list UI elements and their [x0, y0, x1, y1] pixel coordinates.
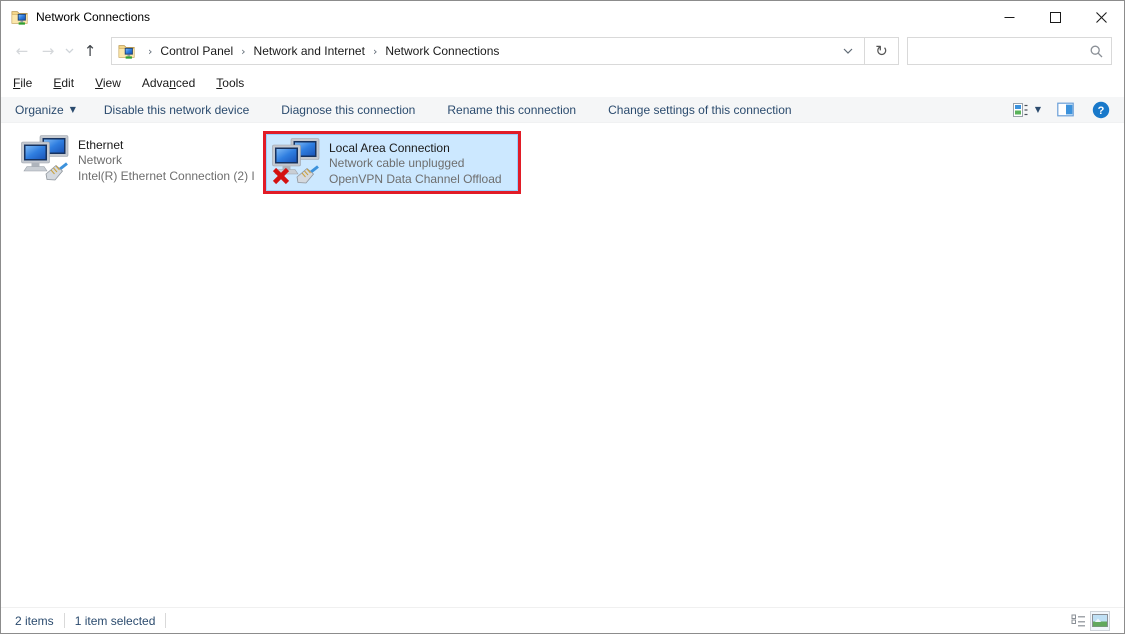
breadcrumb-control-panel[interactable]: Control Panel — [160, 44, 233, 58]
refresh-icon: ↻ — [875, 42, 888, 60]
up-button[interactable]: ↑ — [77, 38, 103, 64]
maximize-icon — [1050, 12, 1061, 23]
preview-pane-icon — [1057, 102, 1074, 117]
disable-device-command[interactable]: Disable this network device — [104, 103, 249, 117]
help-button[interactable]: ? — [1092, 101, 1110, 119]
connection-name: Local Area Connection — [329, 140, 502, 156]
diagnose-connection-command[interactable]: Diagnose this connection — [281, 103, 415, 117]
views-icon — [1012, 102, 1028, 118]
window-controls — [986, 1, 1124, 33]
refresh-button[interactable]: ↻ — [864, 38, 898, 64]
navigation-bar: ← → ↑ › Control Panel › Network and Inte… — [1, 33, 1124, 69]
connection-name: Ethernet — [78, 137, 255, 153]
network-folder-icon — [118, 42, 136, 60]
connection-device: OpenVPN Data Channel Offload — [329, 172, 502, 188]
window-title: Network Connections — [36, 10, 150, 24]
red-highlight-annotation: Local Area Connection Network cable unpl… — [263, 131, 521, 194]
items-count: 2 items — [15, 614, 54, 628]
close-icon — [1096, 12, 1107, 23]
change-view-button[interactable]: ▼ — [1012, 102, 1041, 118]
recent-locations-button[interactable] — [61, 38, 77, 64]
svg-text:?: ? — [1098, 105, 1105, 117]
command-toolbar: Organize ▼ Disable this network device D… — [1, 97, 1124, 123]
search-input[interactable] — [916, 44, 1090, 58]
menu-file[interactable]: File — [13, 76, 32, 90]
breadcrumb-network-and-internet[interactable]: Network and Internet — [254, 44, 365, 58]
chevron-down-icon: ▼ — [1035, 105, 1041, 114]
rename-connection-command[interactable]: Rename this connection — [447, 103, 576, 117]
up-arrow-icon: ↑ — [84, 42, 97, 60]
chevron-down-icon: ▼ — [70, 105, 76, 114]
minimize-icon — [1004, 12, 1015, 23]
chevron-down-icon — [843, 48, 853, 54]
status-bar: 2 items 1 item selected — [1, 607, 1124, 633]
network-connections-window: Network Connections ← → ↑ — [0, 0, 1125, 634]
network-connection-disabled-icon — [272, 138, 320, 186]
connection-info: Local Area Connection Network cable unpl… — [329, 138, 502, 187]
connection-tile-local-area-connection[interactable]: Local Area Connection Network cable unpl… — [266, 134, 518, 191]
search-box[interactable] — [907, 37, 1112, 65]
change-settings-command[interactable]: Change settings of this connection — [608, 103, 791, 117]
back-arrow-icon: ← — [16, 42, 29, 60]
minimize-button[interactable] — [986, 1, 1032, 33]
forward-button[interactable]: → — [35, 38, 61, 64]
toolbar-right-icons: ▼ ? — [1012, 101, 1110, 119]
details-view-icon — [1071, 613, 1086, 628]
thumbnail-view-icon — [1092, 614, 1108, 627]
title-bar: Network Connections — [1, 1, 1124, 33]
back-button[interactable]: ← — [9, 38, 35, 64]
breadcrumb-separator: › — [140, 45, 160, 58]
connection-status: Network — [78, 153, 255, 169]
menu-tools[interactable]: Tools — [216, 76, 244, 90]
breadcrumb-separator: › — [233, 45, 253, 58]
connections-list: Ethernet Network Intel(R) Ethernet Conne… — [1, 123, 1124, 607]
menu-advanced[interactable]: Advanced — [142, 76, 195, 90]
network-connection-icon — [21, 135, 69, 183]
menu-view[interactable]: View — [95, 76, 121, 90]
connection-tile-ethernet[interactable]: Ethernet Network Intel(R) Ethernet Conne… — [15, 131, 261, 188]
breadcrumb-network-connections[interactable]: Network Connections — [385, 44, 499, 58]
connection-info: Ethernet Network Intel(R) Ethernet Conne… — [78, 135, 255, 184]
search-icon — [1090, 45, 1103, 58]
preview-pane-button[interactable] — [1057, 102, 1074, 117]
statusbar-view-buttons — [1066, 611, 1110, 631]
forward-arrow-icon: → — [42, 42, 55, 60]
maximize-button[interactable] — [1032, 1, 1078, 33]
address-bar[interactable]: › Control Panel › Network and Internet ›… — [111, 37, 899, 65]
connection-status: Network cable unplugged — [329, 156, 502, 172]
large-icons-view-button[interactable] — [1090, 611, 1110, 631]
organize-button[interactable]: Organize ▼ — [15, 103, 76, 117]
address-dropdown-button[interactable] — [832, 38, 864, 64]
menu-bar: File Edit View Advanced Tools — [1, 69, 1124, 97]
breadcrumb-separator: › — [365, 45, 385, 58]
close-button[interactable] — [1078, 1, 1124, 33]
menu-edit[interactable]: Edit — [53, 76, 74, 90]
details-view-button[interactable] — [1068, 611, 1088, 631]
chevron-down-icon — [65, 48, 74, 54]
network-folder-icon — [11, 8, 29, 26]
connection-device: Intel(R) Ethernet Connection (2) I... — [78, 169, 255, 185]
help-icon: ? — [1092, 101, 1110, 119]
selection-count: 1 item selected — [75, 614, 156, 628]
status-separator — [64, 613, 65, 628]
status-separator — [165, 613, 166, 628]
